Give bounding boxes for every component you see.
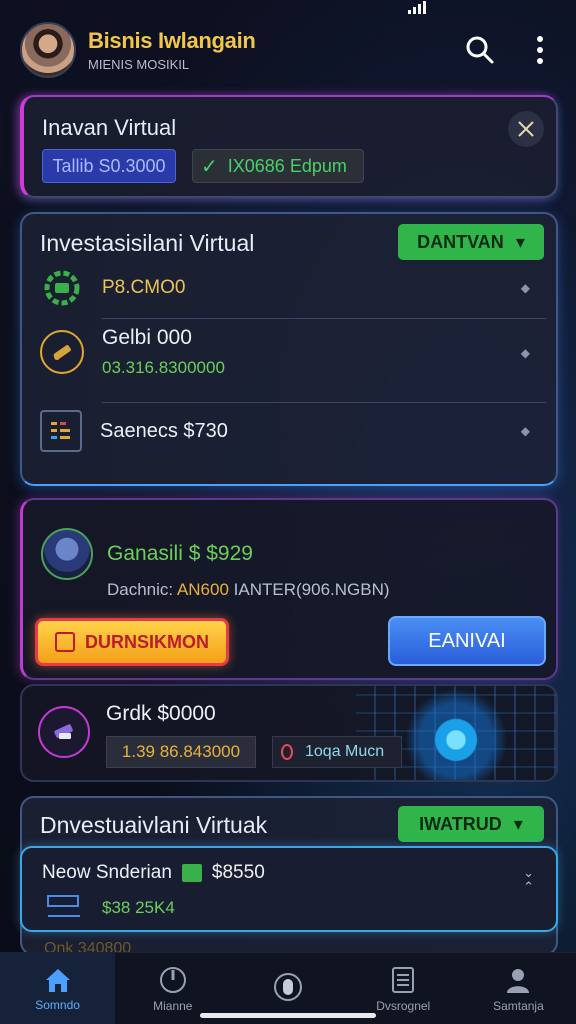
section-title: Investasisilani Virtual — [40, 230, 255, 256]
orange-action-label: DURNSIKMON — [85, 631, 209, 652]
new-item-amount: $8550 — [211, 862, 265, 883]
app-title: Bisnis Iwlangain — [88, 28, 256, 53]
list-item-value: 03.316.8300000 — [102, 358, 225, 377]
avatar — [41, 528, 93, 580]
new-item-label: Neow Snderian — [42, 862, 172, 883]
home-icon — [45, 968, 70, 992]
info-pill-label: 1oqa Mucn — [305, 743, 385, 760]
user-icon — [507, 968, 530, 993]
close-icon[interactable] — [508, 111, 544, 147]
app-header: Bisnis Iwlangain MIENIS MOSIKIL — [20, 20, 556, 80]
chevron-down-icon: ▾ — [515, 231, 525, 252]
filter-dropdown[interactable]: DANTVAN ▾ — [398, 224, 544, 260]
avatar[interactable] — [20, 22, 76, 78]
mouse-icon — [274, 972, 302, 1001]
gear-coin-icon — [40, 266, 84, 310]
list-item-label: P8.CMO0 — [102, 277, 186, 298]
gains-title: Ganasili $ $929 — [107, 542, 253, 565]
circuit-card[interactable]: Grdk $0000 1.39 86.843000 1oqa Mucn — [20, 684, 558, 782]
nav-label: Mianne — [153, 998, 193, 1013]
home-indicator[interactable] — [200, 1013, 376, 1018]
nav-label: Samtanja — [493, 998, 544, 1013]
nav-home[interactable]: Somndo — [0, 953, 116, 1024]
blue-action-button[interactable]: EANIVAI — [388, 616, 546, 666]
desc-prefix: Dachnic: — [107, 580, 174, 599]
tools-icon — [38, 706, 90, 758]
calculator-icon — [40, 410, 82, 452]
divider — [102, 318, 546, 319]
header-actions — [464, 34, 556, 66]
desc-highlight: AN600 — [176, 580, 229, 599]
virtual-card-title: Inavan Virtual — [42, 115, 177, 140]
balance-pill[interactable]: Tallib S0.3000 — [42, 149, 176, 183]
list-item[interactable]: Gelbi 000 03.316.8300000 ◆ — [40, 326, 538, 378]
search-icon[interactable] — [464, 34, 496, 66]
money-icon — [181, 864, 202, 882]
list-item[interactable]: P8.CMO0 ◆ — [40, 266, 538, 310]
list-item-label: Gelbi 000 — [102, 326, 192, 349]
signal-icon — [408, 0, 426, 14]
new-item-title: Neow Snderian $8550 — [42, 862, 265, 884]
status-pill[interactable]: ✓ IX0686 Edpum — [192, 149, 364, 183]
gains-card: Ganasili $ $929 Dachnic: AN600 IANTER(90… — [20, 498, 558, 680]
gold-tools-icon — [40, 330, 84, 374]
app-subtitle: MIENIS MOSIKIL — [88, 57, 190, 72]
chevron-down-icon: ▾ — [513, 813, 523, 834]
section-title: Dnvestuaivlani Virtuak — [40, 812, 268, 838]
list-item-label: Saenecs $730 — [100, 419, 228, 442]
list-icon — [47, 895, 80, 917]
diamond-icon: ◆ — [520, 424, 530, 438]
diamond-icon: ◆ — [520, 346, 530, 360]
badge-icon — [55, 632, 75, 652]
list-item[interactable]: Saenecs $730 ◆ — [40, 410, 538, 452]
nav-profile[interactable]: Samtanja — [461, 953, 576, 1024]
list-item-text: Gelbi 000 03.316.8300000 — [102, 326, 225, 378]
circuit-card-title: Grdk $0000 — [106, 702, 216, 725]
header-text: Bisnis Iwlangain MIENIS MOSIKIL — [88, 28, 256, 72]
filter-dropdown[interactable]: IWATRUD ▾ — [398, 806, 544, 842]
document-icon — [392, 966, 415, 993]
more-vertical-icon[interactable] — [524, 34, 556, 66]
gains-description: Dachnic: AN600 IANTER(906.NGBN) — [107, 580, 390, 600]
status-pill-label: IX0686 Edpum — [227, 155, 347, 176]
filter-dropdown-label: DANTVAN — [417, 231, 504, 252]
check-icon: ✓ — [201, 155, 218, 178]
value-pill: 1.39 86.843000 — [106, 736, 256, 768]
investment-section-card-2: Dnvestuaivlani Virtuak IWATRUD ▾ Neow Sn… — [20, 796, 558, 956]
diamond-icon: ◆ — [520, 281, 530, 295]
expand-icon[interactable]: ⌄ ⌃ — [523, 866, 534, 894]
filter-dropdown-label: IWATRUD — [419, 813, 502, 834]
divider — [102, 402, 546, 403]
gauge-icon — [159, 966, 186, 993]
nav-label: Somndo — [35, 997, 80, 1012]
virtual-summary-card: Inavan Virtual Tallib S0.3000 ✓ IX0686 E… — [20, 95, 558, 198]
orange-action-button[interactable]: DURNSIKMON — [35, 618, 229, 666]
nav-label: Dvsrognel — [376, 998, 431, 1013]
investment-section-card: Investasisilani Virtual DANTVAN ▾ P8.CMO… — [20, 212, 558, 486]
new-investment-item[interactable]: Neow Snderian $8550 $38 25K4 ⌄ ⌃ — [20, 846, 558, 932]
ring-icon — [281, 744, 293, 760]
desc-suffix: IANTER(906.NGBN) — [233, 580, 390, 599]
info-pill: 1oqa Mucn — [272, 736, 402, 768]
new-item-value: $38 25K4 — [102, 898, 175, 917]
